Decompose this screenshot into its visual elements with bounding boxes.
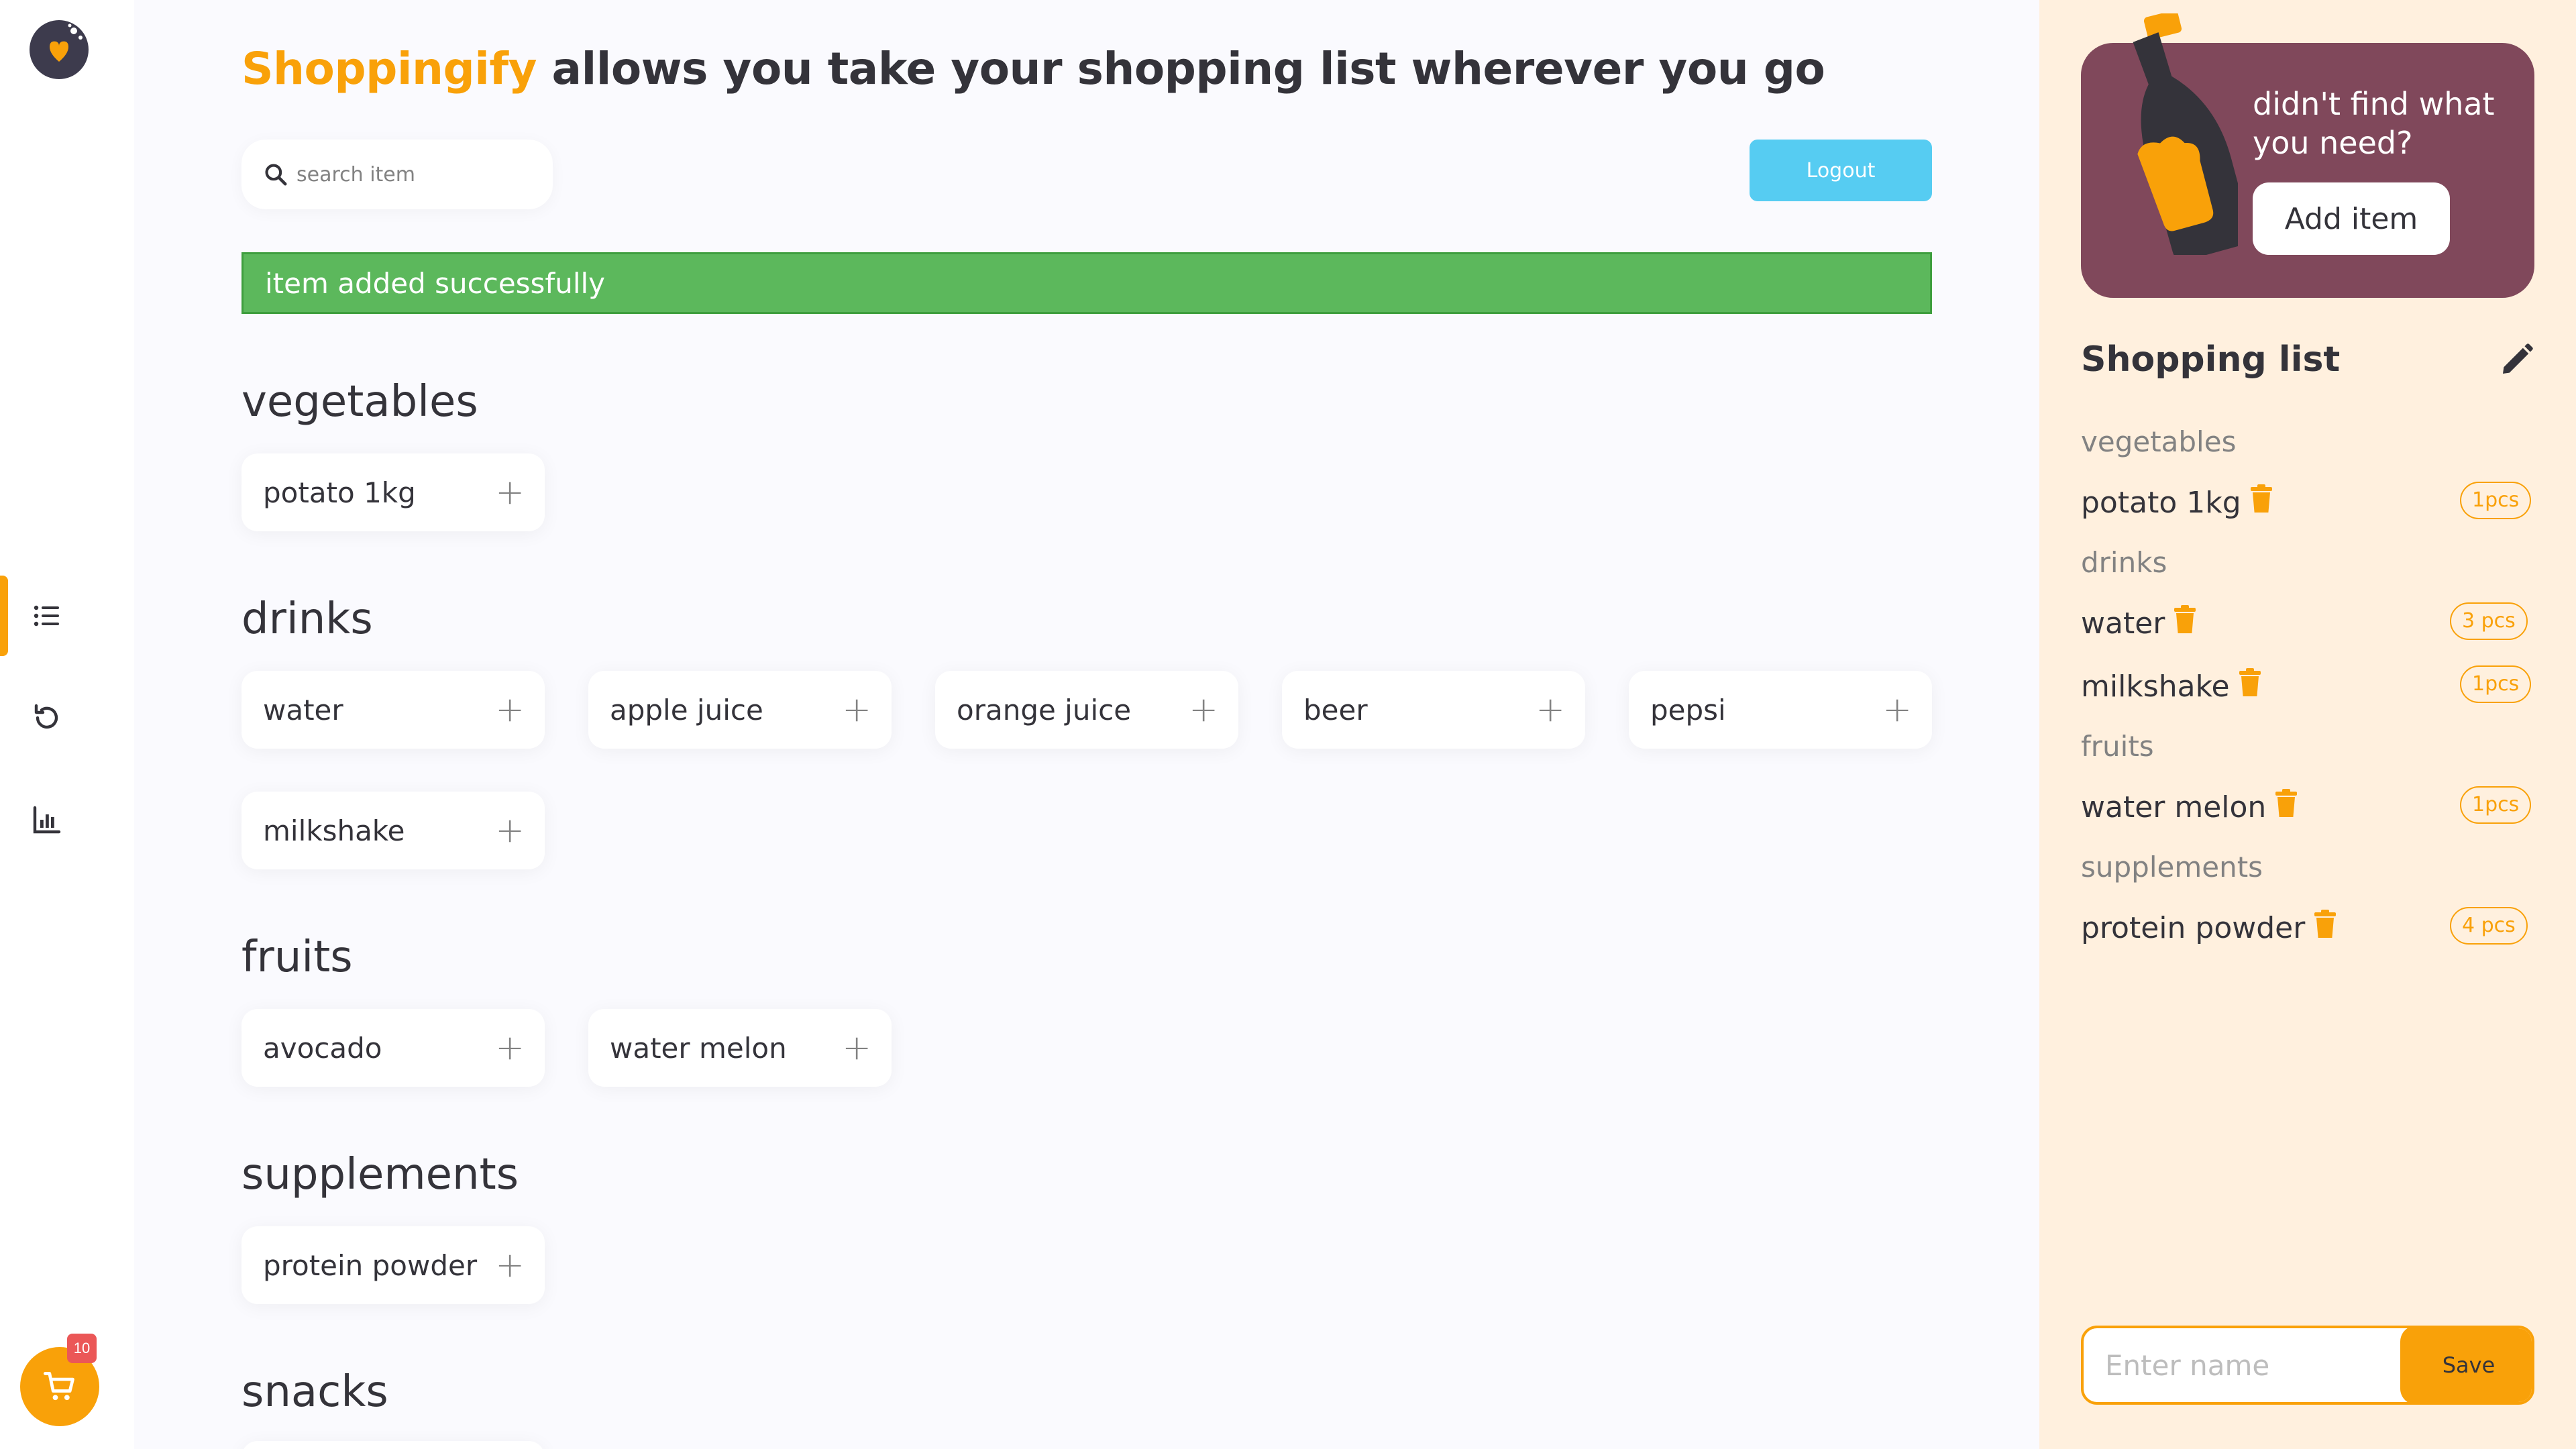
item-card[interactable] xyxy=(241,1441,545,1449)
shopping-list-panel: didn't find what you need? Add item Shop… xyxy=(2039,0,2576,1449)
app-logo[interactable] xyxy=(30,20,89,79)
item-name: avocado xyxy=(263,1031,382,1065)
item-card[interactable]: potato 1kg + xyxy=(241,453,545,531)
quantity-badge[interactable]: 1pcs xyxy=(2460,665,2532,703)
item-name: apple juice xyxy=(610,693,763,727)
item-name: water xyxy=(263,693,343,727)
cart-icon xyxy=(43,1372,74,1401)
trash-icon[interactable] xyxy=(2248,484,2275,521)
category-title-drinks: drinks xyxy=(241,594,373,644)
page-headline: Shoppingify allows you take your shoppin… xyxy=(241,43,1825,95)
item-card[interactable]: apple juice + xyxy=(588,671,892,749)
add-icon[interactable]: + xyxy=(495,1030,525,1065)
add-icon[interactable]: + xyxy=(842,1030,871,1065)
quantity-badge[interactable]: 1pcs xyxy=(2460,482,2532,519)
save-button[interactable]: Save xyxy=(2400,1328,2532,1402)
add-icon[interactable]: + xyxy=(842,692,871,727)
item-card[interactable]: water melon + xyxy=(588,1009,892,1087)
item-card[interactable]: protein powder + xyxy=(241,1226,545,1304)
item-card[interactable]: orange juice + xyxy=(935,671,1238,749)
item-name: protein powder xyxy=(263,1248,478,1282)
list-item: water xyxy=(2081,605,2198,642)
list-name-form: Save xyxy=(2081,1326,2534,1405)
quantity-badge[interactable]: 1pcs xyxy=(2460,786,2532,824)
bar-chart-icon xyxy=(33,806,61,834)
list-icon xyxy=(34,605,59,627)
list-name-input[interactable] xyxy=(2084,1328,2399,1402)
list-item: milkshake xyxy=(2081,668,2263,705)
add-icon[interactable]: + xyxy=(1189,692,1218,727)
add-item-promo: didn't find what you need? Add item xyxy=(2081,13,2534,298)
item-card[interactable]: avocado + xyxy=(241,1009,545,1087)
main-content: Shoppingify allows you take your shoppin… xyxy=(134,0,2039,1449)
pencil-icon[interactable] xyxy=(2498,341,2536,378)
add-icon[interactable]: + xyxy=(495,692,525,727)
list-item-name: protein powder xyxy=(2081,911,2306,945)
search-icon xyxy=(265,164,287,186)
logout-button[interactable]: Logout xyxy=(1750,140,1932,201)
item-name: beer xyxy=(1303,693,1368,727)
item-name: orange juice xyxy=(957,693,1132,727)
bottle-icon xyxy=(2133,13,2238,255)
item-name: milkshake xyxy=(263,814,405,847)
add-item-button[interactable]: Add item xyxy=(2253,182,2450,255)
add-icon[interactable]: + xyxy=(1536,692,1565,727)
item-name: pepsi xyxy=(1650,693,1726,727)
list-item-name: water xyxy=(2081,606,2165,641)
headline-text: allows you take your shopping list where… xyxy=(537,43,1825,95)
search-box[interactable] xyxy=(241,140,553,209)
nav-history[interactable] xyxy=(0,678,134,758)
cart-count-badge: 10 xyxy=(67,1334,97,1363)
item-name: water melon xyxy=(610,1031,787,1065)
sidebar: 10 xyxy=(0,0,134,1449)
quantity-badge[interactable]: 4 pcs xyxy=(2450,907,2528,945)
trash-icon[interactable] xyxy=(2237,668,2263,705)
search-input[interactable] xyxy=(297,162,551,186)
item-name: potato 1kg xyxy=(263,476,416,509)
item-card[interactable]: water + xyxy=(241,671,545,749)
promo-text: didn't find what you need? xyxy=(2253,86,2495,161)
list-category-vegetables: vegetables xyxy=(2081,425,2237,458)
history-icon xyxy=(34,704,58,729)
list-item: potato 1kg xyxy=(2081,484,2275,521)
list-category-supplements: supplements xyxy=(2081,851,2263,883)
item-card[interactable]: milkshake + xyxy=(241,792,545,869)
list-item-name: milkshake xyxy=(2081,669,2230,704)
quantity-badge[interactable]: 3 pcs xyxy=(2450,602,2528,640)
trash-icon[interactable] xyxy=(2273,789,2300,826)
add-icon[interactable]: + xyxy=(495,813,525,848)
success-alert: item added successfully xyxy=(241,252,1932,314)
list-category-drinks: drinks xyxy=(2081,546,2167,579)
nav-items[interactable] xyxy=(0,576,134,656)
add-icon[interactable]: + xyxy=(495,475,525,510)
category-title-fruits: fruits xyxy=(241,932,353,982)
list-category-fruits: fruits xyxy=(2081,730,2154,763)
cart-button[interactable]: 10 xyxy=(20,1334,99,1426)
brand-name: Shoppingify xyxy=(241,43,537,95)
shopping-list-title: Shopping list xyxy=(2081,339,2341,380)
category-title-snacks: snacks xyxy=(241,1367,388,1417)
list-item: protein powder xyxy=(2081,910,2339,947)
list-item-name: water melon xyxy=(2081,790,2267,824)
add-icon[interactable]: + xyxy=(495,1248,525,1283)
trash-icon[interactable] xyxy=(2312,910,2339,947)
category-title-vegetables: vegetables xyxy=(241,377,478,427)
logo-icon xyxy=(50,23,83,62)
add-icon[interactable]: + xyxy=(1882,692,1912,727)
trash-icon[interactable] xyxy=(2171,605,2198,642)
list-item-name: potato 1kg xyxy=(2081,486,2241,520)
list-item: water melon xyxy=(2081,789,2300,826)
item-card[interactable]: beer + xyxy=(1282,671,1585,749)
item-card[interactable]: pepsi + xyxy=(1629,671,1932,749)
nav-statistics[interactable] xyxy=(0,780,134,860)
category-title-supplements: supplements xyxy=(241,1150,519,1199)
